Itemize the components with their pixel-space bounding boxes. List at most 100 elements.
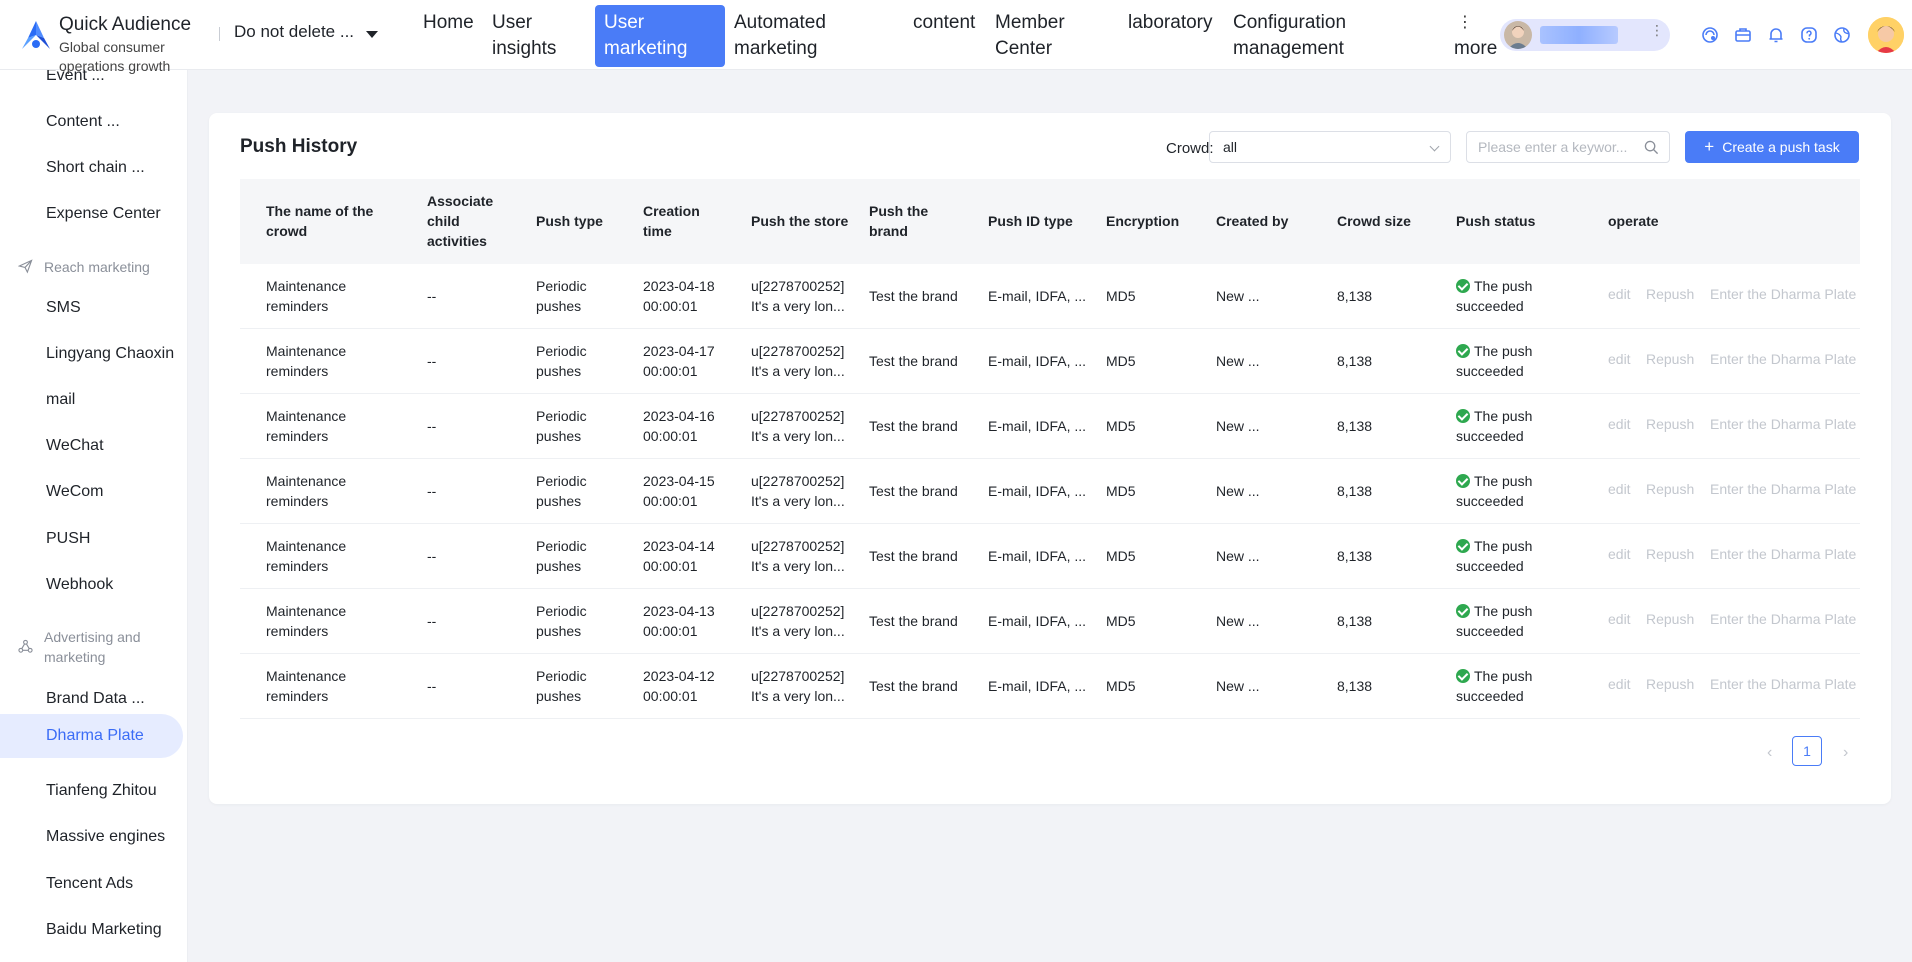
cell-encryption: MD5 [1106,678,1136,694]
cell-push-type: Periodic pushes [536,603,587,639]
search-icon[interactable] [1644,140,1659,155]
repush-link[interactable]: Repush [1646,416,1694,432]
nav-user-marketing[interactable]: User marketing [595,5,725,67]
nav-more[interactable]: more [1454,36,1497,62]
cell-crowd-name: Maintenance reminders [266,603,347,639]
nav-configuration-management[interactable]: Configuration management [1233,10,1363,62]
cell-crowd-name: Maintenance reminders [266,278,347,314]
repush-link[interactable]: Repush [1646,546,1694,562]
col-header-push-type: Push type [536,213,603,229]
cell-crowd-size: 8,138 [1337,353,1373,369]
success-check-icon [1456,409,1470,423]
enter-dharma-plate-link[interactable]: Enter the Dharma Plate [1710,416,1856,432]
repush-link[interactable]: Repush [1646,481,1694,497]
user-avatar[interactable] [1504,21,1532,49]
sidebar-item-mail[interactable]: mail [46,391,75,409]
profile-avatar[interactable] [1868,17,1904,53]
edit-link[interactable]: edit [1608,416,1631,432]
sidebar-item-short-chain[interactable]: Short chain ... [46,159,145,177]
success-check-icon [1456,279,1470,293]
sidebar-group-label: Reach marketing [44,259,150,275]
edit-link[interactable]: edit [1608,611,1631,627]
top-bar: Quick Audience Global consumer operation… [0,0,1912,74]
cell-push-store: u[2278700252] It's a very lon... [751,538,845,574]
enter-dharma-plate-link[interactable]: Enter the Dharma Plate [1710,351,1856,367]
sidebar-item-wechat[interactable]: WeChat [46,437,104,455]
cell-encryption: MD5 [1106,548,1136,564]
cell-crowd-size: 8,138 [1337,418,1373,434]
sidebar-item-push[interactable]: PUSH [46,530,90,548]
workspace-select[interactable]: Do not delete ... [234,22,354,42]
edit-link[interactable]: edit [1608,481,1631,497]
col-header-encryption: Encryption [1106,213,1180,229]
cell-crowd-size: 8,138 [1337,548,1373,564]
plus-icon: + [1704,137,1715,156]
send-icon [18,259,33,274]
repush-link[interactable]: Repush [1646,351,1694,367]
globe-icon[interactable] [1832,25,1852,45]
enter-dharma-plate-link[interactable]: Enter the Dharma Plate [1710,676,1856,692]
sidebar-item-brand-data[interactable]: Brand Data ... [46,690,145,708]
cell-push-brand: Test the brand [869,678,958,694]
sidebar-item-sms[interactable]: SMS [46,299,81,317]
repush-link[interactable]: Repush [1646,611,1694,627]
create-push-task-button[interactable]: + Create a push task [1685,131,1859,163]
pagination-next[interactable]: › [1843,744,1848,762]
pagination-prev[interactable]: ‹ [1767,744,1772,762]
cell-crowd-name: Maintenance reminders [266,473,347,509]
user-menu-dots-icon[interactable]: ⋮ [1650,22,1664,39]
divider [219,27,220,41]
edit-link[interactable]: edit [1608,676,1631,692]
table-row: Maintenance reminders -- Periodic pushes… [240,654,1860,719]
nav-home[interactable]: Home [423,10,474,36]
sidebar-item-content[interactable]: Content ... [46,113,120,131]
sidebar-item-baidu-marketing[interactable]: Baidu Marketing [46,921,162,939]
chevron-down-icon [1429,141,1440,152]
cell-push-brand: Test the brand [869,483,958,499]
sidebar-item-dharma-plate[interactable]: Dharma Plate [0,714,183,758]
briefcase-icon[interactable] [1733,25,1753,45]
nav-user-insights[interactable]: User insights [492,10,572,62]
repush-link[interactable]: Repush [1646,286,1694,302]
sidebar-item-massive-engines[interactable]: Massive engines [46,828,165,846]
help-icon[interactable] [1799,25,1819,45]
nav-member-center[interactable]: Member Center [995,10,1085,62]
cell-push-type: Periodic pushes [536,343,587,379]
edit-link[interactable]: edit [1608,546,1631,562]
nav-laboratory[interactable]: laboratory [1128,10,1213,36]
cell-child-activities: -- [427,678,437,694]
sidebar-item-tianfeng-zhitou[interactable]: Tianfeng Zhitou [46,782,157,800]
bell-icon[interactable] [1766,25,1786,45]
cell-push-status: The push succeeded [1456,341,1551,381]
crowd-select[interactable]: all [1209,131,1451,163]
caret-down-icon[interactable] [366,31,378,38]
app-logo-icon[interactable] [18,18,54,54]
sidebar-item-lingyang-chaoxin[interactable]: Lingyang Chaoxin [46,345,174,363]
cell-creation-time: 2023-04-16 00:00:01 [643,408,715,444]
cell-child-activities: -- [427,288,437,304]
edit-link[interactable]: edit [1608,351,1631,367]
sidebar-item-webhook[interactable]: Webhook [46,576,113,594]
sync-icon[interactable] [1700,25,1720,45]
sidebar-item-expense-center[interactable]: Expense Center [46,205,161,223]
cell-encryption: MD5 [1106,418,1136,434]
search-input[interactable] [1478,139,1638,155]
edit-link[interactable]: edit [1608,286,1631,302]
cell-push-store: u[2278700252] It's a very lon... [751,343,845,379]
enter-dharma-plate-link[interactable]: Enter the Dharma Plate [1710,611,1856,627]
sidebar-item-tencent-ads[interactable]: Tencent Ads [46,875,133,893]
enter-dharma-plate-link[interactable]: Enter the Dharma Plate [1710,286,1856,302]
repush-link[interactable]: Repush [1646,676,1694,692]
search-field[interactable] [1466,131,1670,163]
cell-creation-time: 2023-04-12 00:00:01 [643,668,715,704]
enter-dharma-plate-link[interactable]: Enter the Dharma Plate [1710,546,1856,562]
cell-push-id-type: E-mail, IDFA, ... [988,613,1087,629]
sidebar-item-wecom[interactable]: WeCom [46,483,104,501]
nav-automated-marketing[interactable]: Automated marketing [734,10,854,62]
enter-dharma-plate-link[interactable]: Enter the Dharma Plate [1710,481,1856,497]
cell-crowd-name: Maintenance reminders [266,668,347,704]
more-dots-icon[interactable]: ⋮ [1457,12,1473,32]
nav-content[interactable]: content [913,10,975,36]
pagination-page[interactable]: 1 [1792,736,1822,766]
cell-push-brand: Test the brand [869,353,958,369]
